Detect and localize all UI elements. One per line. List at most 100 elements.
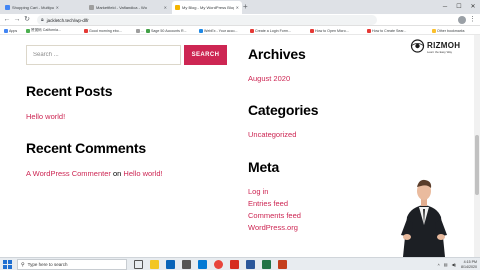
clock-date: 8/14/2020: [461, 264, 477, 269]
bookmarks-bar: Apps 赞赏码 California... Good morning ebo.…: [0, 26, 480, 35]
bookmark-item[interactable]: Good morning ebo...: [84, 27, 122, 34]
folder-icon: [432, 28, 436, 33]
system-tray: ˄ ▤ ◀) 4:15 PM 8/14/2020: [435, 259, 477, 270]
meta-link-comments-feed[interactable]: Comments feed: [248, 211, 301, 220]
categories-title: Categories: [248, 102, 319, 118]
bookmark-item[interactable]: Sage 50 Accounts R...: [146, 27, 187, 34]
tab-favicon-icon: [5, 5, 10, 10]
close-icon[interactable]: ✕: [164, 5, 167, 10]
excel-icon[interactable]: [262, 260, 271, 269]
close-icon[interactable]: ✕: [56, 5, 59, 10]
close-icon[interactable]: ✕: [236, 5, 239, 10]
bookmark-label: Other bookmarks: [437, 28, 465, 33]
bookmark-item[interactable]: 赞赏码 California...: [26, 27, 61, 34]
taskbar: ⚲ Type here to search ˄ ▤ ◀) 4:15 PM 8/1…: [0, 257, 480, 270]
chevron-up-icon[interactable]: ˄: [437, 262, 439, 267]
back-icon[interactable]: ←: [3, 15, 11, 25]
mail-icon[interactable]: [198, 260, 207, 269]
forward-icon[interactable]: →: [13, 15, 21, 25]
task-view-icon[interactable]: [134, 260, 143, 269]
bookmark-item[interactable]: Create a Login Form...: [250, 27, 291, 34]
apps-icon: [4, 28, 8, 33]
edge-icon[interactable]: [166, 260, 175, 269]
youtube-icon: [250, 28, 254, 33]
chrome-icon[interactable]: [214, 260, 223, 269]
url-text: jackletch.tech/wp-dlfr: [46, 17, 89, 23]
scrollbar-thumb[interactable]: [475, 135, 479, 195]
taskbar-search-placeholder: Type here to search: [27, 262, 68, 267]
recent-comment-item: A WordPress Commenter on Hello world!: [26, 169, 163, 178]
presenter-image: [401, 179, 447, 257]
bookmark-label: Sage 50 Accounts R...: [151, 28, 187, 33]
bookmark-icon: [199, 28, 203, 33]
minimize-icon[interactable]: ─: [438, 0, 452, 14]
brand-watermark: RIZMOH Learn the Easy Way: [410, 39, 472, 57]
category-link[interactable]: Uncategorized: [248, 130, 296, 139]
bookmark-icon: [136, 28, 140, 33]
bookmark-item[interactable]: ...: [136, 27, 144, 34]
store-icon[interactable]: [182, 260, 191, 269]
comment-post-link[interactable]: Hello world!: [123, 169, 162, 178]
recent-comments-title: Recent Comments: [26, 140, 146, 156]
search-button[interactable]: SEARCH: [184, 45, 227, 65]
maximize-icon[interactable]: ☐: [452, 0, 466, 14]
word-icon[interactable]: [246, 260, 255, 269]
close-window-icon[interactable]: ✕: [466, 0, 480, 14]
bookmark-label: Good morning ebo...: [89, 28, 122, 33]
tab-label: Marketfield - Vaflandica - Wo: [96, 5, 147, 10]
address-bar[interactable]: 🔒︎ jackletch.tech/wp-dlfr: [37, 15, 377, 25]
youtube-icon: [310, 28, 314, 33]
tab-favicon-icon: [89, 5, 94, 10]
comment-connector: on: [112, 169, 122, 178]
bookmark-item[interactable]: How to Open Micro...: [310, 27, 349, 34]
windows-start-icon[interactable]: [3, 260, 12, 269]
bookmark-icon: [146, 28, 150, 33]
file-explorer-icon[interactable]: [150, 260, 159, 269]
recent-posts-title: Recent Posts: [26, 83, 113, 99]
bookmark-label: Apps: [9, 28, 18, 33]
bookmark-label: How to Create Sear...: [372, 28, 407, 33]
bookmark-label: 赞赏码 California...: [31, 28, 61, 32]
archives-title: Archives: [248, 46, 306, 62]
recent-post-link[interactable]: Hello world!: [26, 112, 65, 121]
bookmark-item[interactable]: Apps: [4, 27, 17, 34]
browser-tab-2[interactable]: My Blog - My WordPress Blog ✕: [172, 1, 242, 14]
bookmark-icon: [26, 28, 30, 33]
brand-logo-icon: [410, 39, 425, 53]
bookmark-item[interactable]: How to Create Sear...: [367, 27, 406, 34]
profile-avatar[interactable]: [458, 16, 466, 24]
tab-label: Shopping Cart - Multipurpose: [12, 5, 54, 10]
search-input[interactable]: [26, 45, 181, 65]
brand-tagline: Learn the Easy Way: [427, 50, 453, 54]
meta-link-login[interactable]: Log in: [248, 187, 268, 196]
tab-label: My Blog - My WordPress Blog: [182, 5, 234, 10]
menu-icon[interactable]: ⋮: [469, 15, 476, 25]
bookmark-item[interactable]: Other bookmarks: [432, 27, 465, 34]
network-icon[interactable]: ▤: [444, 262, 448, 267]
bookmark-item[interactable]: WebEx - Your acco...: [199, 27, 238, 34]
volume-icon[interactable]: ◀): [452, 262, 456, 267]
bookmark-label: ...: [141, 28, 144, 33]
archive-link[interactable]: August 2020: [248, 74, 290, 83]
meta-link-wordpress-org[interactable]: WordPress.org: [248, 223, 298, 232]
youtube-icon: [367, 28, 371, 33]
new-tab-icon[interactable]: +: [243, 2, 248, 12]
bookmark-label: How to Open Micro...: [315, 28, 349, 33]
taskbar-search-box[interactable]: ⚲ Type here to search: [17, 259, 127, 270]
browser-tab-1[interactable]: Marketfield - Vaflandica - Wo ✕: [86, 1, 170, 14]
browser-tab-0[interactable]: Shopping Cart - Multipurpose ✕: [2, 1, 62, 14]
clock-time: 4:15 PM: [463, 260, 477, 264]
bookmark-label: Create a Login Form...: [255, 28, 291, 33]
clock[interactable]: 4:15 PM 8/14/2020: [461, 260, 477, 269]
lock-icon: 🔒︎: [41, 17, 44, 23]
meta-link-entries-feed[interactable]: Entries feed: [248, 199, 288, 208]
browser-tab-strip: Shopping Cart - Multipurpose ✕ Marketfie…: [0, 0, 480, 14]
comment-author-link[interactable]: A WordPress Commenter: [26, 169, 111, 178]
bookmark-icon: [84, 28, 88, 33]
bookmark-label: WebEx - Your acco...: [204, 28, 238, 33]
brand-name: RIZMOH: [427, 41, 461, 50]
powerpoint-icon[interactable]: [278, 260, 287, 269]
reload-icon[interactable]: ↻: [23, 15, 31, 25]
app-icon[interactable]: [230, 260, 239, 269]
meta-title: Meta: [248, 159, 280, 175]
